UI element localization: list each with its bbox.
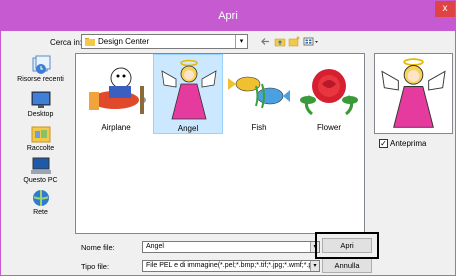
file-name: Airplane xyxy=(101,123,131,132)
angel-thumbnail xyxy=(161,59,217,120)
place-label: Risorse recenti xyxy=(17,76,64,83)
filetype-value: File PEL e di immagine(*.pel;*.bmp;*.tif… xyxy=(146,262,315,269)
chevron-down-icon[interactable]: ▾ xyxy=(235,35,247,48)
lookin-label: Cerca in: xyxy=(50,38,83,47)
file-item-fish[interactable]: Fish xyxy=(224,54,294,134)
fish-thumbnail xyxy=(228,76,290,109)
file-item-angel[interactable]: Angel xyxy=(153,54,223,134)
preview-checkbox-label: Anteprima xyxy=(390,139,427,148)
recent-places-icon xyxy=(32,55,50,74)
airplane-thumbnail xyxy=(89,67,146,114)
preview-pane xyxy=(374,53,453,134)
place-label: Desktop xyxy=(27,111,54,118)
computer-icon xyxy=(30,157,51,174)
filename-value: Angel xyxy=(146,243,164,250)
chevron-down-icon[interactable]: ▾ xyxy=(310,261,319,271)
open-button-highlight xyxy=(315,232,379,259)
view-menu-icon[interactable] xyxy=(303,36,319,47)
file-name: Fish xyxy=(251,123,267,132)
lookin-value: Design Center xyxy=(98,37,150,46)
place-recent[interactable]: Risorse recenti xyxy=(6,55,75,83)
preview-checkbox[interactable]: ✓ xyxy=(379,139,388,148)
folder-icon xyxy=(85,38,95,46)
angel-preview-image xyxy=(381,58,446,128)
flower-thumbnail xyxy=(300,69,358,116)
window-title: Apri xyxy=(218,10,238,22)
filename-input[interactable]: Angel ▾ xyxy=(142,241,320,253)
file-name: Angel xyxy=(177,124,199,133)
cancel-button[interactable]: Annulla xyxy=(322,258,372,273)
place-label: Questo PC xyxy=(23,177,58,184)
title-bar[interactable]: Apri x xyxy=(1,1,455,31)
up-folder-icon[interactable] xyxy=(274,36,286,47)
place-label: Rete xyxy=(33,209,48,216)
desktop-icon xyxy=(31,91,50,108)
new-folder-icon[interactable] xyxy=(288,36,300,47)
place-desktop[interactable]: Desktop xyxy=(6,91,75,118)
place-libraries[interactable]: Raccolte xyxy=(6,124,75,152)
network-icon xyxy=(32,190,49,206)
filetype-select[interactable]: File PEL e di immagine(*.pel;*.bmp;*.tif… xyxy=(142,260,320,272)
filename-label: Nome file: xyxy=(81,243,115,252)
libraries-icon xyxy=(31,126,50,143)
back-arrow-icon[interactable] xyxy=(259,36,271,47)
place-computer[interactable]: Questo PC xyxy=(6,157,75,184)
file-item-flower[interactable]: Flower xyxy=(294,54,364,134)
places-bar: Risorse recenti Desktop Raccolte Questo … xyxy=(6,53,75,224)
open-dialog: Apri x Cerca in: Design Center ▾ Risorse… xyxy=(0,0,456,276)
place-label: Raccolte xyxy=(26,145,55,152)
file-list[interactable]: Airplane Angel Fish Flower xyxy=(75,53,365,234)
place-network[interactable]: Rete xyxy=(6,189,75,216)
lookin-combo[interactable]: Design Center ▾ xyxy=(81,34,248,49)
file-item-airplane[interactable]: Airplane xyxy=(81,54,151,134)
file-name: Flower xyxy=(316,123,341,132)
close-button[interactable]: x xyxy=(435,1,455,17)
filetype-label: Tipo file: xyxy=(81,262,110,271)
